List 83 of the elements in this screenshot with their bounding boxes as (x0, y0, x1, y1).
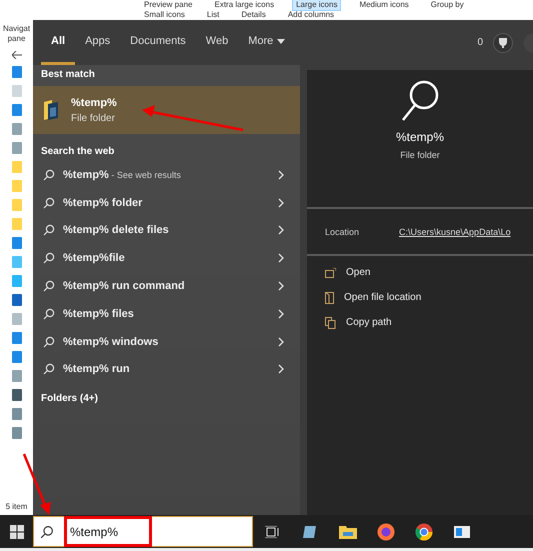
ribbon-option[interactable]: Extra large icons (210, 0, 278, 11)
chevron-icon (278, 308, 284, 319)
web-suggestion[interactable]: %temp% run (33, 356, 300, 384)
file-icon (12, 180, 22, 192)
file-icon (12, 256, 22, 268)
window-icon (325, 268, 336, 278)
file-icon (12, 427, 22, 439)
ribbon-option[interactable]: Preview pane (140, 0, 196, 11)
chevron-icon (278, 281, 284, 292)
windows-logo-icon (10, 524, 24, 538)
caret-icon (277, 38, 286, 44)
section-header: Folders (4+) (40, 392, 99, 406)
search-icon (43, 363, 55, 376)
file-icon (12, 104, 22, 116)
file-icon (12, 332, 22, 344)
file-icon (12, 389, 22, 401)
file-icon (12, 275, 22, 287)
chevron-icon (278, 364, 284, 374)
folder-outline-icon (325, 292, 334, 304)
chevron-icon (278, 198, 284, 208)
chevron-icon (278, 225, 284, 236)
action-link[interactable]: Open file location (344, 292, 422, 303)
web-suggestion[interactable]: %temp%file (33, 244, 300, 272)
status-text: 5 item (6, 502, 28, 511)
action-link[interactable]: Open (346, 267, 370, 278)
ribbon-option[interactable]: Small icons (140, 9, 189, 20)
ribbon-option[interactable]: Large icons (292, 0, 342, 11)
copy-icon (325, 316, 336, 328)
ribbon-option[interactable]: Add columns (284, 9, 338, 20)
section-header: Search the web (40, 145, 116, 159)
chevron-icon (278, 170, 284, 180)
best-match-result[interactable]: %temp% File folder (33, 86, 300, 134)
web-suggestion[interactable]: %temp% files (33, 300, 300, 328)
file-icon (12, 237, 22, 249)
search-icon (43, 168, 55, 181)
ribbon-option[interactable]: Medium icons (355, 0, 413, 11)
folder-icon (43, 100, 59, 120)
section-header: Best match (40, 68, 96, 82)
file-icon (12, 218, 22, 230)
web-suggestion[interactable]: %temp% run command (33, 272, 300, 300)
file-icon (12, 313, 22, 325)
file-icon (12, 66, 22, 78)
chevron-icon (278, 253, 284, 264)
action-link[interactable]: Copy path (346, 317, 392, 328)
ribbon-option[interactable]: List (202, 9, 224, 20)
taskbar-search-box[interactable]: %temp% (33, 516, 253, 547)
file-icon (12, 123, 22, 135)
ribbon-option[interactable]: Details (237, 9, 270, 20)
file-icon (12, 161, 22, 173)
filter-tab[interactable]: Documents (120, 20, 196, 65)
navigation-pane-label[interactable]: Navigat pane (1, 24, 32, 44)
search-icon (43, 224, 55, 236)
file-icon (12, 142, 22, 154)
points-count: 0 (477, 37, 483, 48)
file-icon (12, 199, 22, 211)
search-icon (401, 80, 439, 122)
web-suggestion[interactable]: %temp% delete files (33, 216, 300, 244)
search-icon (43, 280, 55, 292)
search-input[interactable]: %temp% (64, 516, 152, 547)
preview-title: %temp% (396, 130, 444, 144)
web-suggestion[interactable]: %temp% windows (33, 328, 300, 356)
file-icon (12, 370, 22, 382)
file-icon (12, 85, 22, 97)
search-icon (43, 336, 55, 348)
search-icon (43, 252, 55, 264)
file-icon (12, 408, 22, 420)
filter-tab[interactable]: Apps (75, 20, 120, 65)
search-icon (43, 196, 55, 209)
location-label: Location (325, 226, 360, 236)
ribbon-option[interactable]: Group by (426, 0, 468, 11)
file-icon (12, 351, 22, 363)
trophy-icon[interactable] (493, 32, 513, 52)
web-suggestion[interactable]: %temp% - See web results (33, 161, 300, 189)
chevron-icon (278, 336, 284, 347)
search-icon (43, 308, 55, 320)
preview-subtitle: File folder (400, 150, 440, 160)
filter-tab[interactable]: Web (196, 20, 238, 65)
location-link[interactable]: C:\Users\kusne\AppData\Lo (399, 226, 511, 236)
search-icon (40, 524, 54, 538)
web-suggestion[interactable]: %temp% folder (33, 188, 300, 217)
filter-tab[interactable]: More (238, 20, 296, 65)
file-icon (12, 294, 22, 306)
back-arrow-icon[interactable] (12, 51, 22, 59)
